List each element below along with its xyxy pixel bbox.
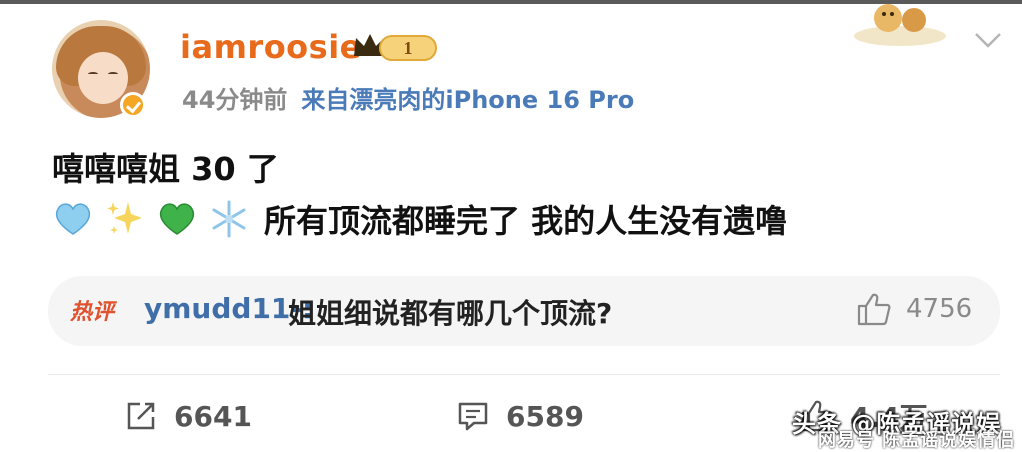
post-text-line1: 嘻嘻嘻姐 30 了 xyxy=(52,150,279,188)
chevron-down-icon[interactable] xyxy=(972,28,1004,52)
repost-button[interactable]: 6641 xyxy=(124,394,252,438)
author-name[interactable]: iamroosie xyxy=(180,28,362,66)
green-heart-icon xyxy=(159,203,195,235)
post-time: 44分钟前 xyxy=(182,86,288,114)
post-text-line2-row: 所有顶流都睡完了 我的人生没有遗噜 xyxy=(52,196,787,242)
avatar-eye xyxy=(108,72,118,76)
divider xyxy=(48,374,1000,375)
post-text-line2: 所有顶流都睡完了 我的人生没有遗噜 xyxy=(264,202,788,240)
hot-comment-text: 姐姐细说都有哪几个顶流? xyxy=(288,297,613,330)
comment-count: 6589 xyxy=(506,399,584,433)
hot-comment-like-count: 4756 xyxy=(906,294,973,324)
comment-icon xyxy=(458,402,488,431)
vip-crown-badge-icon[interactable]: 1 xyxy=(350,30,440,64)
comment-button[interactable]: 6589 xyxy=(456,394,584,438)
hot-comment-tag: 热评 xyxy=(70,300,115,325)
repost-icon xyxy=(127,402,155,430)
sparkles-icon xyxy=(107,202,142,234)
decoration-sticker-icon xyxy=(854,4,946,46)
vip-level-text: 1 xyxy=(404,38,413,58)
hot-comment[interactable]: 热评 ymudd11-: 姐姐细说都有哪几个顶流? 4756 xyxy=(48,276,1000,346)
avatar-eye xyxy=(88,72,98,76)
thumbs-up-icon[interactable] xyxy=(856,292,892,326)
blue-heart-icon xyxy=(55,203,91,235)
repost-count: 6641 xyxy=(174,399,252,433)
verified-badge-icon xyxy=(120,92,146,118)
post-source[interactable]: 来自漂亮肉的iPhone 16 Pro xyxy=(301,86,634,114)
watermark-sub: 网易号 陈孟谣说娱情侣 xyxy=(818,430,1016,451)
snowflake-icon xyxy=(212,200,246,238)
watermark: 头条 @陈孟谣说娱 网易号 陈孟谣说娱情侣 xyxy=(792,404,1014,451)
avatar-face xyxy=(78,52,128,104)
post-meta: 44分钟前 来自漂亮肉的iPhone 16 Pro xyxy=(182,80,634,115)
